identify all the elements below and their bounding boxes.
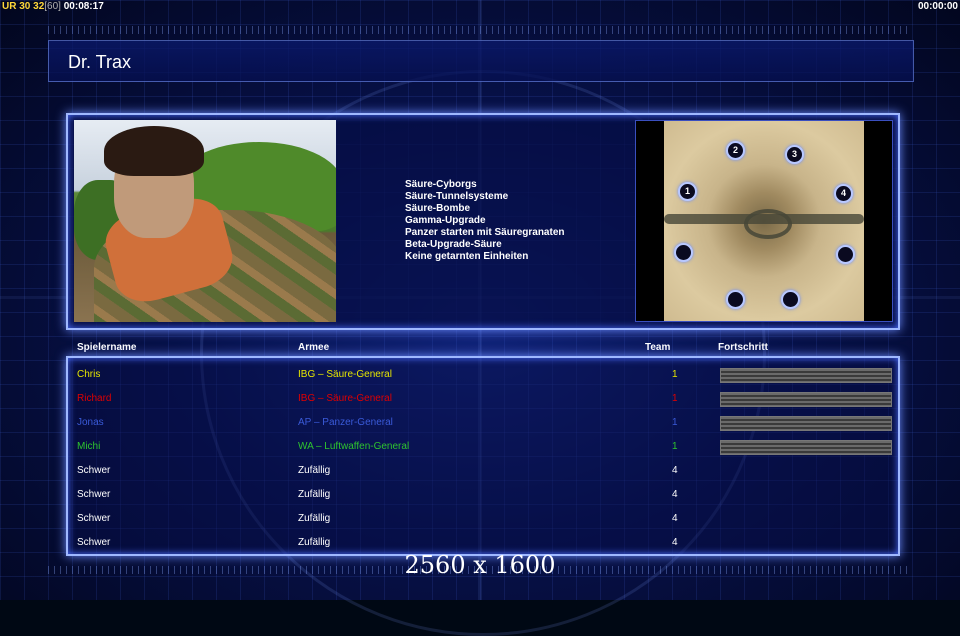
player-name: Schwer (77, 537, 111, 548)
start-position-8[interactable] (781, 290, 800, 309)
player-team: 4 (672, 513, 678, 524)
player-army: WA – Luftwaffen-General (298, 441, 410, 452)
player-name: Schwer (77, 465, 111, 476)
table-row[interactable]: Chris IBG – Säure-General 1 (68, 362, 898, 386)
table-row[interactable]: Schwer Zufällig 4 (68, 506, 898, 530)
resolution-caption: 2560 x 1600 (404, 551, 556, 579)
general-feature-list: Säure-Cyborgs Säure-Tunnelsysteme Säure-… (405, 179, 565, 263)
table-row[interactable]: Schwer Zufällig 4 (68, 482, 898, 506)
player-team: 1 (672, 369, 678, 380)
general-portrait (74, 120, 336, 322)
feature-item: Panzer starten mit Säuregranaten (405, 227, 565, 238)
general-title: Dr. Trax (68, 52, 132, 72)
feature-item: Gamma-Upgrade (405, 215, 486, 226)
loading-progress-bar (720, 392, 892, 407)
player-army: IBG – Säure-General (298, 369, 392, 380)
player-army: Zufällig (298, 537, 331, 548)
player-army: Zufällig (298, 513, 331, 524)
player-team: 4 (672, 465, 678, 476)
hud-ur-label: UR (2, 1, 17, 12)
table-row[interactable]: Richard IBG – Säure-General 1 (68, 386, 898, 410)
general-info-panel: Säure-Cyborgs Säure-Tunnelsysteme Säure-… (66, 113, 900, 330)
player-army: Zufällig (298, 489, 331, 500)
loading-progress-fill (721, 369, 891, 382)
player-team: 4 (672, 537, 678, 548)
start-position-3[interactable]: 3 (785, 145, 804, 164)
start-position-1[interactable]: 1 (678, 182, 697, 201)
player-army: AP – Panzer-General (298, 417, 393, 428)
table-row[interactable]: Schwer Zufällig 4 (68, 458, 898, 482)
player-name: Schwer (77, 489, 111, 500)
tick-ruler-top (48, 26, 912, 34)
player-name: Jonas (77, 417, 104, 428)
player-team: 4 (672, 489, 678, 500)
column-header-team: Team (645, 342, 671, 353)
hud-fps: [60] (44, 1, 61, 12)
loading-progress-fill (721, 441, 891, 454)
loading-progress-bar (720, 440, 892, 455)
player-army: Zufällig (298, 465, 331, 476)
player-army: IBG – Säure-General (298, 393, 392, 404)
loading-progress-bar (720, 368, 892, 383)
player-name: Michi (77, 441, 101, 452)
player-name: Schwer (77, 513, 111, 524)
feature-item: Säure-Cyborgs (405, 179, 477, 190)
hud-value-1: 30 (19, 1, 31, 12)
start-position-2[interactable]: 2 (726, 141, 745, 160)
general-header: Dr. Trax (48, 40, 914, 82)
loading-progress-fill (721, 393, 891, 406)
hud-value-2: 32 (33, 1, 45, 12)
start-position-6[interactable] (836, 245, 855, 264)
map-preview: 1 2 3 4 (635, 120, 893, 322)
hud-elapsed-time: 00:08:17 (63, 1, 104, 12)
player-table: Chris IBG – Säure-General 1 Richard IBG – Sä… (66, 356, 900, 556)
column-header-army: Armee (298, 342, 330, 353)
player-team: 1 (672, 417, 678, 428)
feature-item: Beta-Upgrade-Säure (405, 239, 502, 250)
start-position-4[interactable]: 4 (834, 184, 853, 203)
column-header-player: Spielername (77, 342, 137, 353)
feature-item: Säure-Tunnelsysteme (405, 191, 509, 202)
player-team: 1 (672, 441, 678, 452)
feature-item: Keine getarnten Einheiten (405, 251, 529, 262)
player-name: Richard (77, 393, 112, 404)
hud-stats: UR 30 32[60] 00:08:17 (2, 1, 104, 12)
player-team: 1 (672, 393, 678, 404)
start-position-5[interactable] (674, 243, 693, 262)
loading-progress-bar (720, 416, 892, 431)
start-position-7[interactable] (726, 290, 745, 309)
loading-progress-fill (721, 417, 891, 430)
column-header-progress: Fortschritt (718, 342, 768, 353)
table-row[interactable]: Jonas AP – Panzer-General 1 (68, 410, 898, 434)
hud-bar: UR 30 32[60] 00:08:17 00:00:00 (0, 0, 960, 14)
feature-item: Säure-Bombe (405, 203, 471, 214)
table-row[interactable]: Michi WA – Luftwaffen-General 1 (68, 434, 898, 458)
player-name: Chris (77, 369, 101, 380)
hud-clock: 00:00:00 (917, 1, 958, 12)
